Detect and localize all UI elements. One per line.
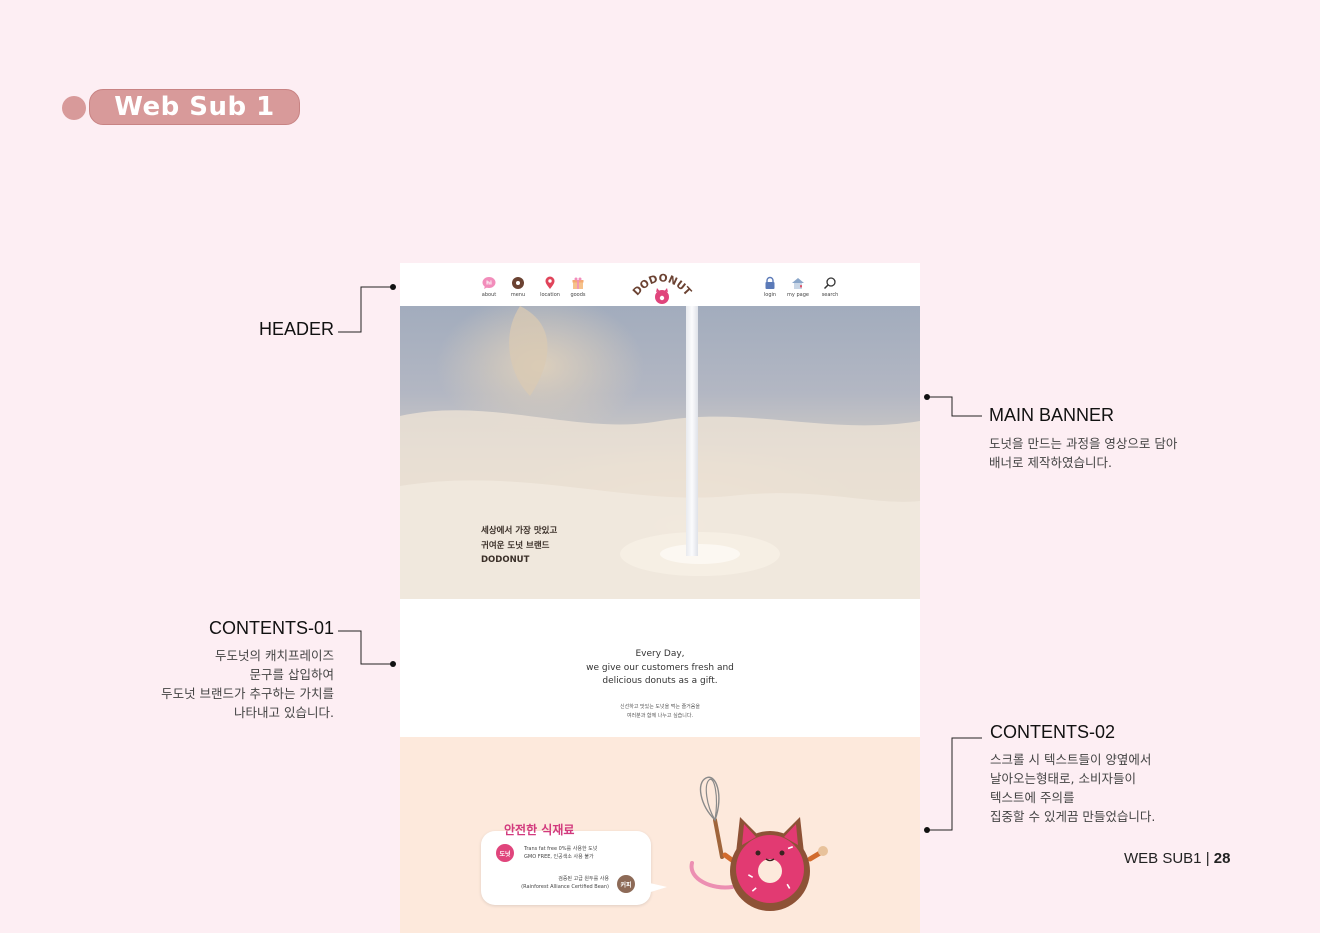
catchphrase-line: 여러분과 함께 나누고 싶습니다. bbox=[626, 713, 694, 719]
contents-01-annotation-title: CONTENTS-01 bbox=[208, 618, 334, 638]
map-pin-icon bbox=[545, 276, 555, 289]
banner-line: DODONUT bbox=[481, 555, 530, 565]
gift-box-icon bbox=[572, 277, 584, 289]
coffee-chip: 커피 bbox=[617, 875, 635, 893]
contents-01-section: Every Day, we give our customers fresh a… bbox=[400, 599, 920, 737]
contents-02-annotation-title: CONTENTS-02 bbox=[990, 722, 1116, 742]
house-heart-icon bbox=[792, 278, 804, 289]
nav-label: goods bbox=[570, 292, 586, 298]
safe-ingredients-title: 안전한 식재료 bbox=[504, 823, 575, 837]
contents-01-annotation-text: 두도넛의 캐치프레이즈 문구를 삽입하여 두도넛 브랜드가 추구하는 가치를 나… bbox=[161, 646, 334, 722]
ingredient-coffee-text: 검증된 고급 원두를 사용 (Rainforest Alliance Certi… bbox=[521, 875, 609, 891]
annotation-line: 집중할 수 있게끔 만들었습니다. bbox=[990, 809, 1156, 824]
donut-icon bbox=[512, 277, 524, 289]
annotation-line: 도넛을 만드는 과정을 영상으로 담아 bbox=[989, 436, 1178, 451]
catchphrase-ko: 신선하고 맛있는 도넛을 먹는 즐거움을 여러분과 함께 나누고 싶습니다. bbox=[400, 703, 920, 721]
nav-item-my-page[interactable]: my page bbox=[780, 276, 816, 298]
annotation-line: 나타내고 있습니다. bbox=[234, 705, 334, 720]
flour-milk-video-frame bbox=[400, 306, 920, 599]
nav-label: my page bbox=[787, 292, 809, 298]
ingredient-line: GMO FREE, 인공색소 사용 불가 bbox=[524, 854, 594, 860]
ingredient-line: (Rainforest Alliance Certified Bean) bbox=[521, 884, 609, 890]
catchphrase-line: Every Day, bbox=[635, 649, 685, 659]
catchphrase-line: delicious donuts as a gift. bbox=[602, 676, 718, 686]
cat-donut-mascot-icon bbox=[655, 288, 669, 304]
page-footer: WEB SUB1 | 28 bbox=[1124, 850, 1230, 867]
ingredient-line: 검증된 고급 원두를 사용 bbox=[558, 876, 609, 882]
annotation-line: 두도넛의 캐치프레이즈 bbox=[215, 648, 334, 663]
contents-02-section: 도넛 Trans fat free 0%를 사용한 도넛 GMO FREE, 인… bbox=[400, 737, 920, 933]
lock-icon bbox=[765, 276, 775, 289]
website-mockup: hi about menu location goods DODONUT log… bbox=[400, 263, 920, 933]
nav-label: menu bbox=[510, 292, 526, 298]
ingredient-line: Trans fat free 0%를 사용한 도넛 bbox=[524, 846, 598, 852]
banner-line: 귀여운 도넛 브랜드 bbox=[481, 540, 550, 551]
whisk-icon bbox=[699, 776, 724, 859]
annotation-line: 문구를 삽입하여 bbox=[249, 667, 334, 682]
nav-item-search[interactable]: search bbox=[812, 276, 848, 298]
hi-bubble-icon: hi bbox=[482, 277, 496, 289]
catchphrase-en: Every Day, we give our customers fresh a… bbox=[400, 648, 920, 689]
speech-bubble: 도넛 Trans fat free 0%를 사용한 도넛 GMO FREE, 인… bbox=[481, 831, 667, 905]
main-banner-annotation-text: 도넛을 만드는 과정을 영상으로 담아 배너로 제작하였습니다. bbox=[989, 434, 1177, 472]
annotation-line: 텍스트에 주의를 bbox=[990, 790, 1075, 805]
donut-chip: 도넛 bbox=[496, 844, 514, 862]
svg-text:hi: hi bbox=[486, 281, 492, 287]
cat-donut-whisk-mascot-icon bbox=[689, 776, 828, 911]
ingredient-donut-text: Trans fat free 0%를 사용한 도넛 GMO FREE, 인공색소… bbox=[524, 845, 597, 861]
nav-item-menu[interactable]: menu bbox=[500, 276, 536, 298]
header-annotation-title: HEADER bbox=[258, 319, 334, 339]
nav-item-goods[interactable]: goods bbox=[560, 276, 596, 298]
main-banner: 세상에서 가장 맛있고 귀여운 도넛 브랜드 DODONUT bbox=[400, 306, 920, 599]
footer-page-number: 28 bbox=[1213, 850, 1231, 867]
contents-02-annotation-text: 스크롤 시 텍스트들이 양옆에서 날아오는형태로, 소비자들이 텍스트에 주의를… bbox=[990, 750, 1155, 826]
banner-line: 세상에서 가장 맛있고 bbox=[481, 526, 558, 536]
catchphrase-line: we give our customers fresh and bbox=[586, 662, 734, 673]
annotation-line: 두도넛 브랜드가 추구하는 가치를 bbox=[161, 686, 334, 701]
footer-separator: | bbox=[1205, 850, 1210, 867]
footer-section-label: WEB SUB1 bbox=[1124, 850, 1202, 867]
annotation-line: 배너로 제작하였습니다. bbox=[989, 455, 1112, 470]
main-banner-annotation-title: MAIN BANNER bbox=[989, 405, 1115, 425]
annotation-line: 날아오는형태로, 소비자들이 bbox=[990, 771, 1136, 786]
bubble-tail bbox=[641, 881, 667, 895]
nav-label: search bbox=[821, 292, 839, 298]
banner-tagline: 세상에서 가장 맛있고 귀여운 도넛 브랜드 DODONUT bbox=[481, 524, 557, 568]
mockup-header: hi about menu location goods DODONUT log… bbox=[400, 263, 920, 306]
dodonut-logo[interactable]: DODONUT bbox=[629, 266, 695, 306]
search-icon bbox=[823, 277, 836, 290]
annotation-line: 스크롤 시 텍스트들이 양옆에서 bbox=[990, 752, 1152, 767]
catchphrase-line: 신선하고 맛있는 도넛을 먹는 즐거움을 bbox=[620, 704, 700, 710]
